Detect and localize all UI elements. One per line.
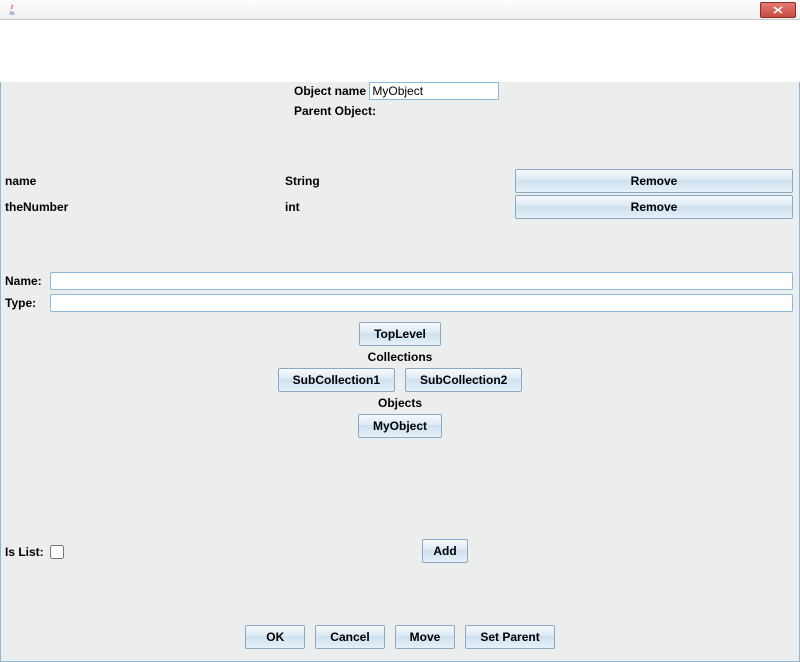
java-icon (4, 2, 20, 18)
dialog-content: Object name Parent Object: name String R… (0, 82, 800, 662)
subcollection2-button[interactable]: SubCollection2 (405, 368, 522, 392)
field-type: int (285, 200, 515, 214)
set-parent-button[interactable]: Set Parent (465, 625, 554, 649)
remove-button[interactable]: Remove (515, 195, 793, 219)
add-button[interactable]: Add (422, 539, 467, 563)
toplevel-button[interactable]: TopLevel (359, 322, 441, 346)
collections-label: Collections (1, 350, 799, 364)
field-name: name (5, 174, 285, 188)
type-label: Type: (5, 296, 50, 310)
table-row: name String Remove (1, 168, 799, 194)
table-row: theNumber int Remove (1, 194, 799, 220)
field-table: name String Remove theNumber int Remove (1, 168, 799, 220)
name-input[interactable] (50, 272, 793, 290)
object-name-label: Object name (294, 84, 366, 98)
title-bar (0, 0, 800, 20)
remove-button[interactable]: Remove (515, 169, 793, 193)
field-type: String (285, 174, 515, 188)
move-button[interactable]: Move (395, 625, 456, 649)
name-label: Name: (5, 274, 50, 288)
ok-button[interactable]: OK (245, 625, 305, 649)
objects-label: Objects (1, 396, 799, 410)
type-input[interactable] (50, 294, 793, 312)
object-name-input[interactable] (369, 82, 499, 100)
close-button[interactable] (760, 2, 796, 18)
myobject-button[interactable]: MyObject (358, 414, 442, 438)
cancel-button[interactable]: Cancel (315, 625, 384, 649)
field-name: theNumber (5, 200, 285, 214)
parent-object-label: Parent Object: (294, 104, 376, 118)
subcollection1-button[interactable]: SubCollection1 (278, 368, 395, 392)
